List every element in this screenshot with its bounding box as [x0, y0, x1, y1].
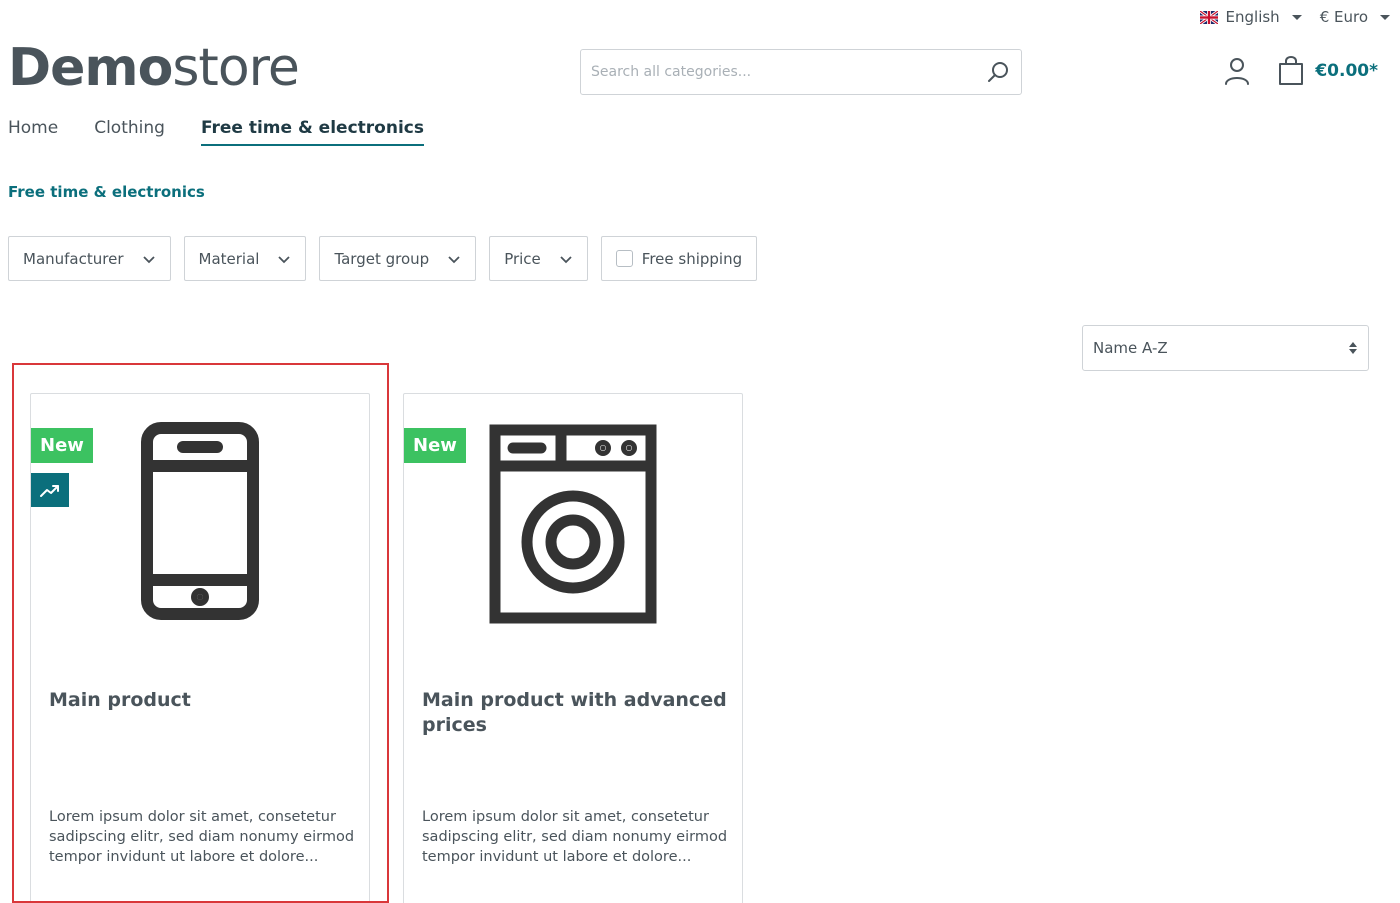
- caret-down-icon: [1291, 14, 1302, 20]
- search-box: [580, 49, 1022, 95]
- main-navigation: Home Clothing Free time & electronics: [8, 118, 424, 146]
- sort-arrows-icon: [1349, 342, 1357, 354]
- product-title[interactable]: Main product with advanced prices: [422, 688, 728, 738]
- filter-price[interactable]: Price: [489, 236, 588, 281]
- filter-free-shipping[interactable]: Free shipping: [600, 236, 758, 281]
- filter-material[interactable]: Material: [183, 236, 307, 281]
- smartphone-icon: [141, 422, 259, 620]
- new-badge: New: [31, 428, 93, 463]
- chevron-down-icon: [142, 255, 155, 263]
- search-input[interactable]: [591, 64, 985, 80]
- top-bar: English € Euro: [1199, 8, 1390, 26]
- sort-select[interactable]: Name A-Z: [1082, 325, 1369, 371]
- filter-label: Material: [198, 249, 260, 268]
- language-switcher[interactable]: English: [1199, 8, 1302, 26]
- topseller-badge: [31, 473, 69, 507]
- filter-target-group[interactable]: Target group: [319, 236, 477, 281]
- currency-switcher[interactable]: € Euro: [1320, 8, 1390, 26]
- free-shipping-checkbox[interactable]: [615, 250, 633, 267]
- account-icon[interactable]: [1223, 56, 1251, 86]
- cart-button[interactable]: €0.00*: [1277, 56, 1378, 86]
- chevron-down-icon: [278, 255, 291, 263]
- product-card[interactable]: New Main product with advanced prices Lo…: [403, 393, 743, 903]
- washing-machine-icon: [489, 424, 657, 624]
- chevron-down-icon: [560, 255, 572, 263]
- product-title[interactable]: Main product: [49, 688, 355, 713]
- new-badge: New: [404, 428, 466, 463]
- logo-light: store: [172, 38, 300, 98]
- chevron-down-icon: [448, 255, 460, 263]
- nav-item-free-time-electronics[interactable]: Free time & electronics: [200, 118, 424, 146]
- logo-bold: Demo: [8, 38, 173, 98]
- product-description: Lorem ipsum dolor sit amet, consetetur s…: [49, 809, 355, 865]
- cart-total: €0.00*: [1315, 61, 1378, 81]
- filter-label: Free shipping: [641, 249, 743, 268]
- filter-label: Price: [504, 249, 541, 268]
- trending-up-icon: [40, 485, 59, 497]
- nav-item-home[interactable]: Home: [8, 118, 58, 146]
- breadcrumb[interactable]: Free time & electronics: [8, 183, 205, 201]
- filter-manufacturer[interactable]: Manufacturer: [8, 236, 171, 281]
- product-description: Lorem ipsum dolor sit amet, consetetur s…: [422, 809, 728, 865]
- nav-item-clothing[interactable]: Clothing: [94, 118, 165, 146]
- currency-label: € Euro: [1319, 8, 1368, 26]
- language-label: English: [1225, 8, 1280, 26]
- header-actions: €0.00*: [1223, 56, 1378, 86]
- search-icon[interactable]: [985, 59, 1011, 85]
- sort-selected-value: Name A-Z: [1093, 339, 1168, 357]
- filter-label: Target group: [334, 249, 430, 268]
- product-card[interactable]: New Main product Lorem ipsum dolor sit a…: [30, 393, 370, 903]
- shopping-bag-icon: [1279, 56, 1304, 85]
- caret-down-icon: [1380, 14, 1390, 20]
- filter-bar: Manufacturer Material Target group Price…: [8, 236, 758, 281]
- store-logo[interactable]: Demostore: [8, 38, 300, 98]
- uk-flag-icon: [1199, 10, 1218, 24]
- filter-label: Manufacturer: [23, 249, 124, 268]
